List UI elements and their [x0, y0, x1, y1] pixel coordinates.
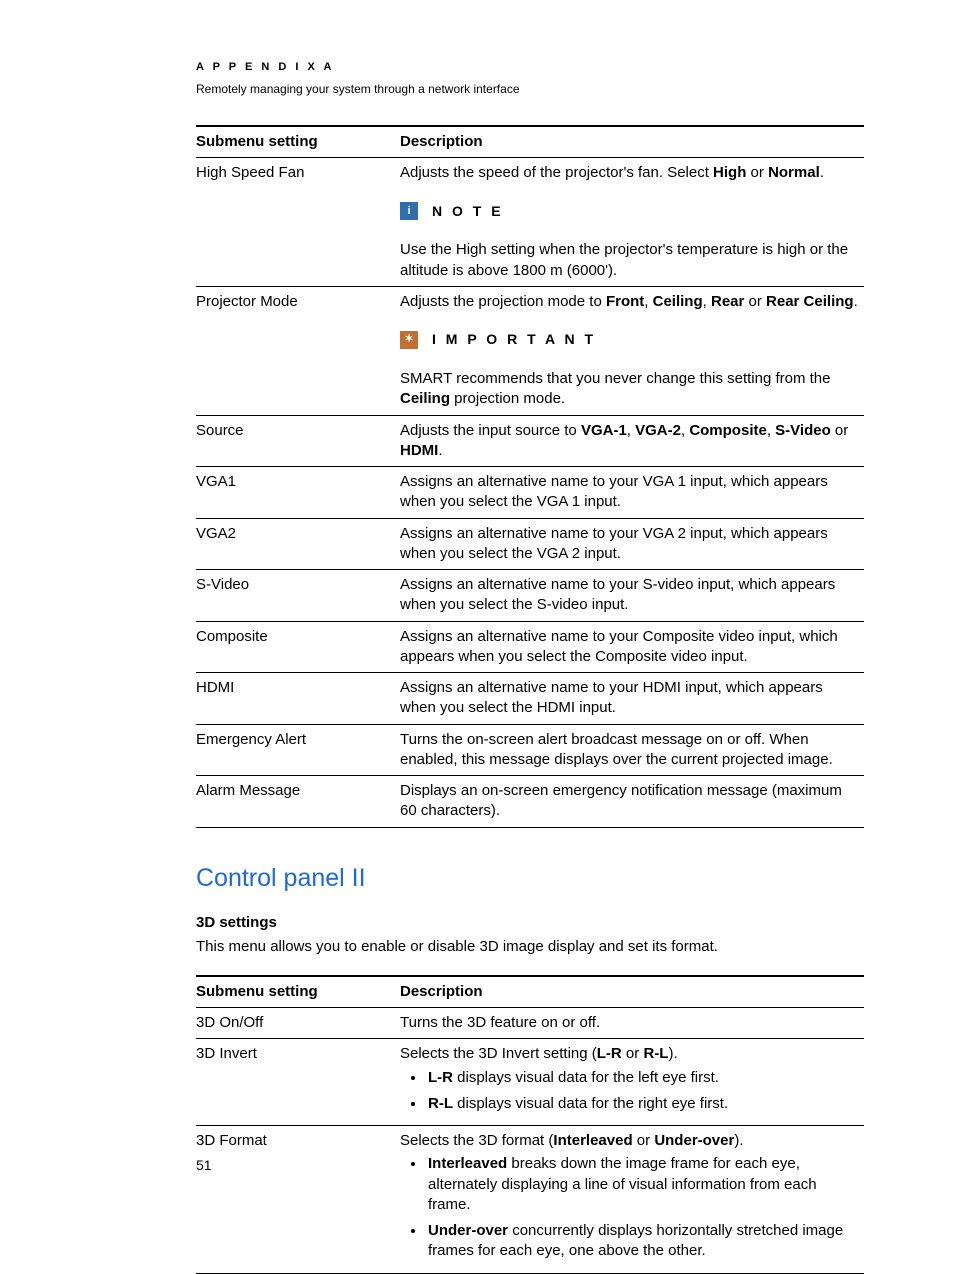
table-row: SMART recommends that you never change t…: [196, 364, 864, 415]
table-row: 3D On/Off Turns the 3D feature on or off…: [196, 1008, 864, 1039]
table-row: 3D Format Selects the 3D format (Interle…: [196, 1126, 864, 1274]
table-row: VGA1 Assigns an alternative name to your…: [196, 467, 864, 519]
setting-name: Composite: [196, 621, 400, 673]
setting-name: Alarm Message: [196, 776, 400, 828]
setting-name: Source: [196, 415, 400, 467]
setting-desc: Turns the on-screen alert broadcast mess…: [400, 724, 864, 776]
table-row: High Speed Fan Adjusts the speed of the …: [196, 158, 864, 189]
settings-table-2: Submenu setting Description 3D On/Off Tu…: [196, 975, 864, 1274]
setting-desc: Selects the 3D Invert setting (L-R or R-…: [400, 1039, 864, 1126]
setting-desc: Adjusts the input source to VGA-1, VGA-2…: [400, 415, 864, 467]
subsection-heading: 3D settings: [196, 913, 864, 933]
setting-name: 3D Format: [196, 1126, 400, 1274]
section-intro: This menu allows you to enable or disabl…: [196, 937, 864, 957]
table-row: Emergency Alert Turns the on-screen aler…: [196, 724, 864, 776]
important-callout: ✶ I M P O R T A N T: [400, 330, 860, 349]
setting-desc: Displays an on-screen emergency notifica…: [400, 776, 864, 828]
table-row: Use the High setting when the projector'…: [196, 235, 864, 286]
list-item: Interleaved breaks down the image frame …: [426, 1154, 860, 1215]
table-row: S-Video Assigns an alternative name to y…: [196, 570, 864, 622]
setting-desc: Assigns an alternative name to your Comp…: [400, 621, 864, 673]
info-icon: i: [400, 202, 418, 220]
table-row: Composite Assigns an alternative name to…: [196, 621, 864, 673]
setting-name: HDMI: [196, 673, 400, 725]
col-header-description: Description: [400, 126, 864, 158]
list-item: R-L displays visual data for the right e…: [426, 1094, 860, 1114]
important-label: I M P O R T A N T: [432, 330, 596, 349]
table-row: ✶ I M P O R T A N T: [196, 317, 864, 364]
page-number: 51: [196, 1156, 212, 1175]
note-label: N O T E: [432, 202, 504, 221]
table-row: 3D Invert Selects the 3D Invert setting …: [196, 1039, 864, 1126]
setting-name: Emergency Alert: [196, 724, 400, 776]
setting-desc: Selects the 3D format (Interleaved or Un…: [400, 1126, 864, 1274]
col-header-setting: Submenu setting: [196, 126, 400, 158]
list-item: Under-over concurrently displays horizon…: [426, 1221, 860, 1262]
setting-desc: Assigns an alternative name to your VGA …: [400, 518, 864, 570]
important-body: SMART recommends that you never change t…: [400, 364, 864, 415]
setting-desc: Adjusts the speed of the projector's fan…: [400, 158, 864, 189]
table-row: Source Adjusts the input source to VGA-1…: [196, 415, 864, 467]
col-header-description: Description: [400, 976, 864, 1008]
setting-name: 3D Invert: [196, 1039, 400, 1126]
page-subtitle: Remotely managing your system through a …: [196, 81, 864, 97]
list-item: L-R displays visual data for the left ey…: [426, 1068, 860, 1088]
table-row: Alarm Message Displays an on-screen emer…: [196, 776, 864, 828]
setting-name: S-Video: [196, 570, 400, 622]
appendix-label: A P P E N D I X A: [196, 60, 864, 75]
col-header-setting: Submenu setting: [196, 976, 400, 1008]
setting-desc: Adjusts the projection mode to Front, Ce…: [400, 286, 864, 317]
table-row: HDMI Assigns an alternative name to your…: [196, 673, 864, 725]
important-icon: ✶: [400, 331, 418, 349]
table-row: VGA2 Assigns an alternative name to your…: [196, 518, 864, 570]
section-heading: Control panel II: [196, 862, 864, 896]
document-page: A P P E N D I X A Remotely managing your…: [0, 0, 954, 1235]
setting-name: VGA1: [196, 467, 400, 519]
setting-desc: Turns the 3D feature on or off.: [400, 1008, 864, 1039]
settings-table-1: Submenu setting Description High Speed F…: [196, 125, 864, 828]
setting-desc: Assigns an alternative name to your VGA …: [400, 467, 864, 519]
setting-name: High Speed Fan: [196, 158, 400, 189]
note-callout: i N O T E: [400, 202, 860, 221]
setting-desc: Assigns an alternative name to your S-vi…: [400, 570, 864, 622]
setting-name: 3D On/Off: [196, 1008, 400, 1039]
note-body: Use the High setting when the projector'…: [400, 235, 864, 286]
setting-name: VGA2: [196, 518, 400, 570]
table-row: i N O T E: [196, 189, 864, 236]
setting-desc: Assigns an alternative name to your HDMI…: [400, 673, 864, 725]
setting-name: Projector Mode: [196, 286, 400, 317]
table-row: Projector Mode Adjusts the projection mo…: [196, 286, 864, 317]
